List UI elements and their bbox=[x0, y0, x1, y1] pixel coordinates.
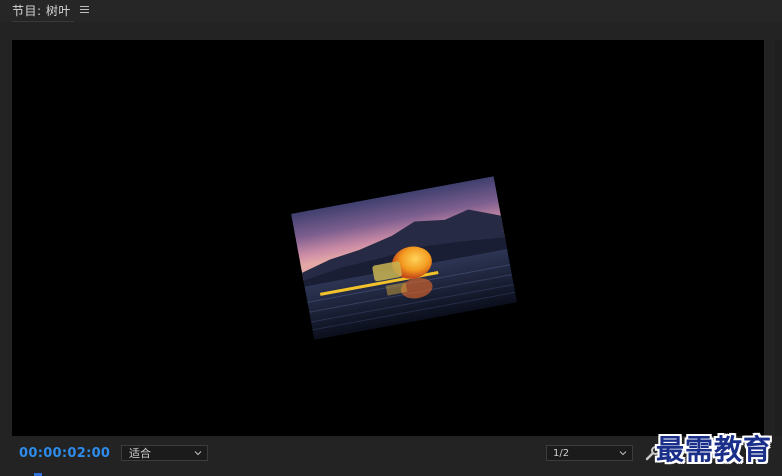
zoom-level-dropdown[interactable]: 适合 bbox=[121, 445, 208, 461]
chevron-down-icon bbox=[619, 451, 627, 456]
panel-header: 节目: 树叶 bbox=[0, 0, 782, 22]
monitor-controls-bar: 00:00:02:00 适合 1/2 最需教育 bbox=[0, 433, 782, 476]
video-frame-preview bbox=[291, 176, 517, 340]
hamburger-menu-icon[interactable] bbox=[80, 6, 89, 15]
tab-underline bbox=[12, 21, 74, 22]
playback-resolution-value: 1/2 bbox=[553, 448, 570, 459]
watermark-logo: 最需教育 bbox=[656, 433, 773, 466]
chevron-down-icon bbox=[194, 451, 202, 456]
lake-dusk-scene-image bbox=[291, 176, 517, 340]
zoom-level-value: 适合 bbox=[129, 447, 151, 460]
playback-resolution-dropdown[interactable]: 1/2 bbox=[546, 445, 633, 461]
program-monitor-viewport[interactable] bbox=[12, 40, 764, 436]
panel-title[interactable]: 节目: 树叶 bbox=[12, 2, 71, 19]
panel-edge bbox=[775, 40, 782, 436]
playhead-timecode[interactable]: 00:00:02:00 bbox=[19, 446, 110, 461]
